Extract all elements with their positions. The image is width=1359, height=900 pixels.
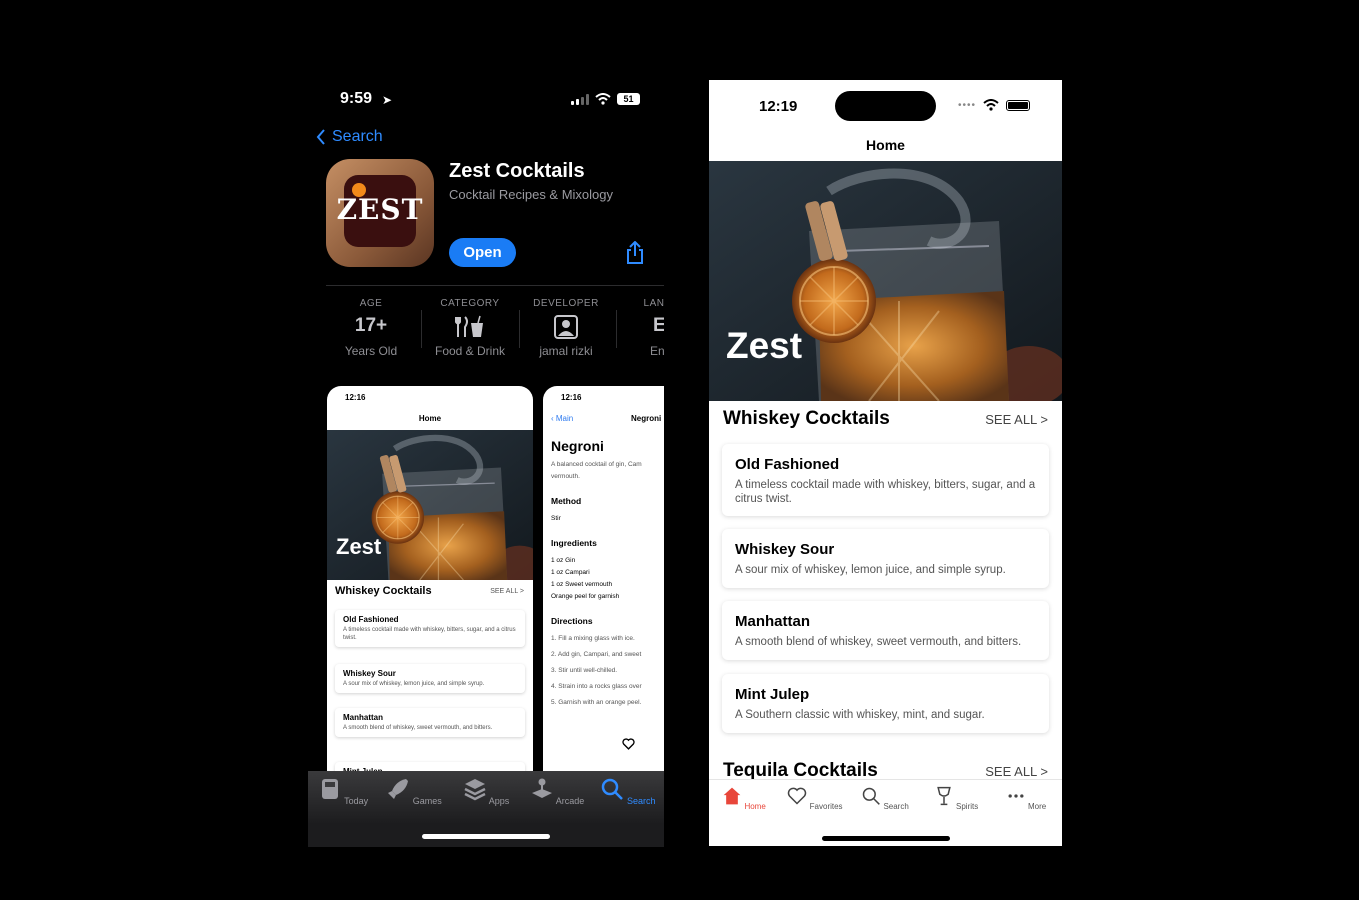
wifi-icon bbox=[595, 93, 611, 105]
see-all-button[interactable]: SEE ALL > bbox=[985, 412, 1048, 427]
divider bbox=[326, 285, 664, 286]
stat-category: CATEGORY Food & Drink bbox=[434, 298, 506, 358]
cocktail-card[interactable]: Manhattan A smooth blend of whiskey, swe… bbox=[722, 601, 1049, 660]
open-button[interactable]: Open bbox=[449, 238, 516, 267]
list-item: Whiskey Sour A sour mix of whiskey, lemo… bbox=[335, 664, 525, 693]
stat-age: AGE 17+ Years Old bbox=[344, 298, 398, 358]
tab-apps[interactable]: Apps bbox=[456, 777, 516, 806]
tab-bar: Home Favorites Search Spirits More bbox=[709, 779, 1062, 846]
app-icon: ZEST bbox=[326, 159, 434, 267]
status-bar: 9:59 ➤ 51 bbox=[308, 90, 664, 110]
search-icon bbox=[602, 778, 624, 800]
status-time: 12:19 bbox=[759, 98, 798, 115]
nav-title: Home bbox=[866, 137, 905, 153]
tab-home[interactable]: Home bbox=[714, 786, 774, 811]
zest-home-screen: 12:19 •••• Home Zest Whiskey Cocktails S… bbox=[709, 80, 1062, 846]
back-button[interactable]: Search bbox=[316, 128, 383, 146]
stat-language: LANGU EI Engl bbox=[643, 298, 664, 358]
tab-bar: Today Games Apps Arcade Search bbox=[308, 771, 664, 847]
preview-screenshot-detail[interactable]: 12:16 ‹ Main Negroni Negroni A balanced … bbox=[543, 386, 664, 786]
apps-stack-icon bbox=[464, 779, 486, 801]
signal-dots-icon: •••• bbox=[957, 99, 976, 111]
fork-knife-cup-icon bbox=[455, 315, 483, 337]
search-icon bbox=[862, 787, 881, 805]
cellular-signal-icon bbox=[571, 93, 589, 105]
battery-icon: 51 bbox=[617, 93, 640, 105]
heart-icon bbox=[788, 787, 807, 805]
rocket-icon bbox=[388, 779, 409, 799]
share-icon[interactable] bbox=[624, 241, 646, 265]
app-name: Zest Cocktails bbox=[449, 160, 585, 182]
chevron-left-icon bbox=[316, 129, 325, 145]
wifi-icon bbox=[983, 99, 999, 111]
tab-games[interactable]: Games bbox=[384, 777, 444, 806]
joystick-icon bbox=[531, 778, 552, 798]
stat-developer: DEVELOPER jamal rizki bbox=[533, 298, 599, 358]
cocktail-card[interactable]: Whiskey Sour A sour mix of whiskey, lemo… bbox=[722, 529, 1049, 588]
cocktail-card[interactable]: Old Fashioned A timeless cocktail made w… bbox=[722, 444, 1049, 516]
tab-search[interactable]: Search bbox=[598, 777, 658, 806]
person-icon bbox=[554, 315, 578, 339]
tab-search[interactable]: Search bbox=[855, 786, 915, 811]
brand-title: Zest bbox=[726, 325, 803, 366]
tab-favorites[interactable]: Favorites bbox=[785, 786, 845, 811]
info-stats-row[interactable]: AGE 17+ Years Old CATEGORY Food & Drink … bbox=[326, 298, 664, 360]
tab-today[interactable]: Today bbox=[313, 777, 373, 806]
back-link: ‹ Main bbox=[551, 414, 574, 423]
tab-arcade[interactable]: Arcade bbox=[527, 777, 587, 806]
list-item: Old Fashioned A timeless cocktail made w… bbox=[335, 610, 525, 647]
section-title: Whiskey Cocktails bbox=[723, 408, 890, 429]
app-icon-logo: ZEST bbox=[336, 193, 424, 226]
tab-more[interactable]: More bbox=[996, 786, 1056, 811]
home-icon bbox=[723, 787, 741, 805]
heart-icon bbox=[622, 738, 635, 750]
location-arrow-icon: ➤ bbox=[382, 93, 393, 107]
today-icon bbox=[321, 779, 338, 799]
battery-icon bbox=[1006, 99, 1030, 111]
status-icons: •••• bbox=[958, 99, 1030, 111]
app-subtitle: Cocktail Recipes & Mixology bbox=[449, 187, 614, 202]
cocktail-card[interactable]: Mint Julep A Southern classic with whisk… bbox=[722, 674, 1049, 733]
home-indicator bbox=[422, 834, 550, 839]
cocktail-glass-icon bbox=[936, 786, 951, 806]
hero-image: Zest bbox=[709, 161, 1062, 401]
list-item: Manhattan A smooth blend of whiskey, swe… bbox=[335, 708, 525, 737]
see-all-button[interactable]: SEE ALL > bbox=[985, 764, 1048, 779]
hero-image: Zest bbox=[327, 430, 533, 580]
preview-screenshot-home[interactable]: 12:16 Home Zest Whiskey Cocktails SEE AL… bbox=[327, 386, 533, 786]
tab-spirits[interactable]: Spirits bbox=[926, 786, 986, 811]
status-time: 9:59 bbox=[340, 90, 373, 107]
more-dots-icon bbox=[1008, 794, 1024, 798]
back-label: Search bbox=[332, 128, 383, 145]
dynamic-island bbox=[835, 91, 936, 121]
home-indicator bbox=[822, 836, 950, 841]
app-store-screen: 9:59 ➤ 51 Search ZEST Zest Cocktails Coc… bbox=[308, 80, 664, 847]
